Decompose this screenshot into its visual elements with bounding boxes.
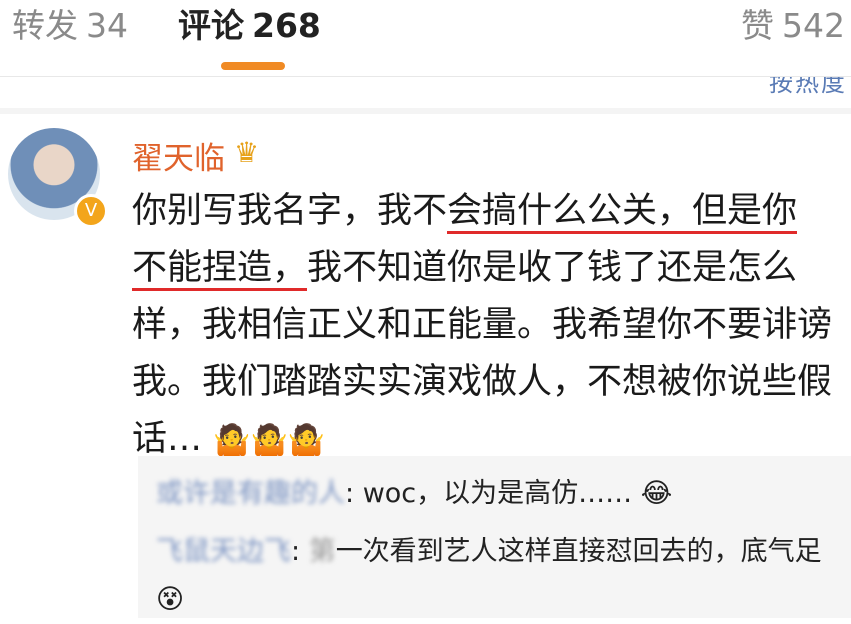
reply-item[interactable]: 或许是有趣的人: woc，以为是高仿…… 😂 [156,470,846,518]
tab-comments-count: 268 [252,6,321,45]
reply-text: 一次看到艺人这样直接怼回去的，底气足 [335,536,822,567]
reply-author[interactable]: 或许是有趣的人 [156,478,345,509]
tab-likes[interactable]: 赞 542 [741,6,845,46]
comment-text-part1: 你别写我名字，我不 [132,191,448,231]
crying-emoji-icon: 😂 [640,478,673,509]
tab-repost[interactable]: 转发 34 [12,6,128,46]
reply-item[interactable]: 飞鼠天边飞: 第一次看到艺人这样直接怼回去的，底气足 😵 [156,528,846,624]
section-divider [0,108,851,114]
reply-separator: : [345,478,363,509]
reply-separator: : [291,536,309,567]
comment-text: 你别写我名字，我不会搞什么公关，但是你不能捏造，我不知道你是收了钱了还是怎么样，… [132,183,832,469]
active-tab-indicator [221,62,285,70]
tab-likes-label: 赞 [741,6,774,45]
tab-likes-count: 542 [782,6,845,45]
sort-by-hot-button[interactable]: 按热度 [769,77,847,98]
reply-text: woc，以为是高仿…… [362,478,633,509]
sort-row: 按热度 [0,76,851,109]
shocked-emoji-icon: 😵 [156,584,185,615]
reply-list: 或许是有趣的人: woc，以为是高仿…… 😂 飞鼠天边飞: 第一次看到艺人这样直… [138,456,851,618]
reply-text-blurred: 第 [308,536,336,567]
reply-author[interactable]: 飞鼠天边飞 [156,536,291,567]
comment-username[interactable]: 翟天临 [132,133,225,178]
tab-comments[interactable]: 评论 268 [178,6,321,46]
tab-repost-label: 转发 [12,6,78,45]
verified-badge-icon: V [74,194,108,228]
tab-bar: 转发 34 评论 268 赞 542 [0,0,851,78]
crown-icon: ♛ [234,136,260,169]
tab-repost-count: 34 [86,6,128,45]
tab-comments-label: 评论 [178,6,244,45]
shrug-emoji-icon: 🤷🤷🤷 [213,423,326,458]
